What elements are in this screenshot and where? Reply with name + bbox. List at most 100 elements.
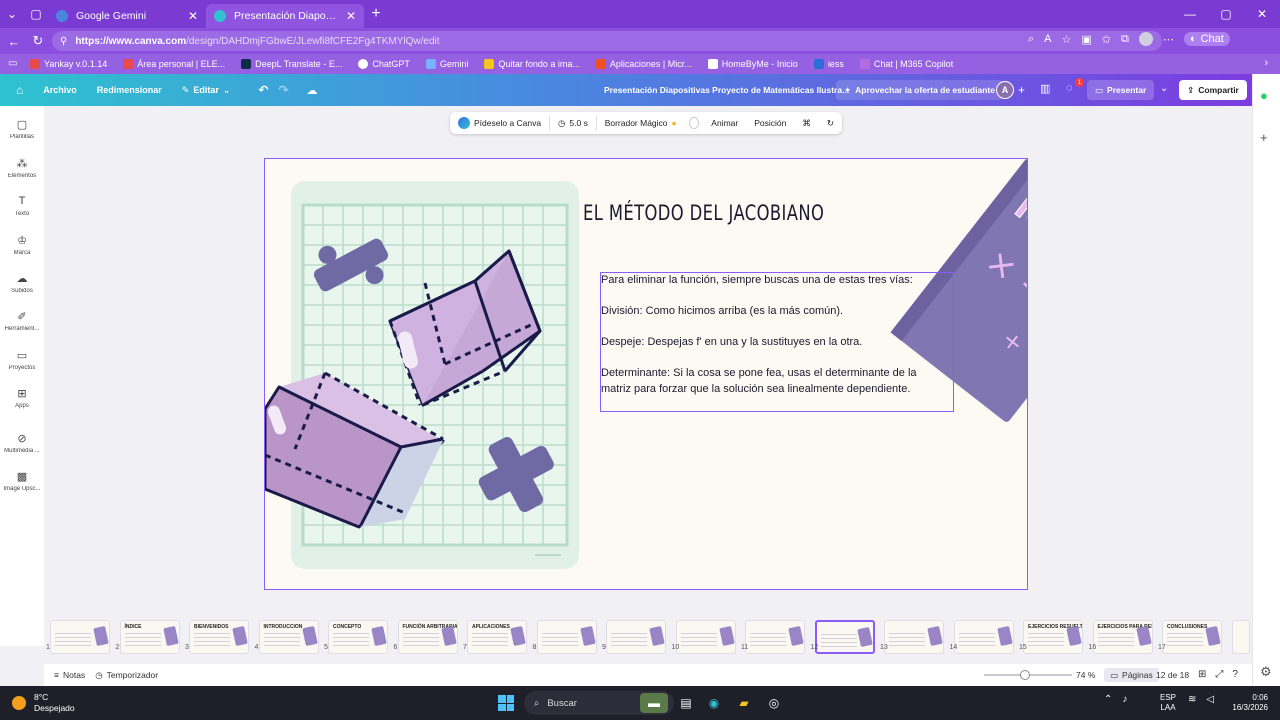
color-swatch[interactable] xyxy=(688,117,700,129)
page-thumbnail[interactable]: CONCLUSIONES xyxy=(1162,620,1222,654)
task-view-icon[interactable]: ▤ xyxy=(676,693,696,713)
home-icon[interactable]: ⌂ xyxy=(16,83,23,97)
tray-overflow-icon[interactable]: ⌃ xyxy=(1104,694,1112,705)
taskbar-clock[interactable]: 0:06 16/3/2026 xyxy=(1224,693,1268,713)
more-options-icon[interactable]: ↻ xyxy=(819,118,842,129)
rail-item-uploads[interactable]: ☁ Subidos xyxy=(0,272,44,294)
bookmark-item[interactable]: iess xyxy=(813,59,844,69)
undo-icon[interactable]: ↶ xyxy=(258,83,268,97)
edge-icon[interactable]: ◉ xyxy=(704,693,724,713)
rail-item-text[interactable]: T Texto xyxy=(0,195,44,217)
tab-gemini[interactable]: Google Gemini ✕ xyxy=(48,4,206,28)
chrome-icon[interactable]: ◎ xyxy=(764,693,784,713)
sidebar-toggle-icon[interactable]: ▭ xyxy=(8,58,17,69)
resize-button[interactable]: Redimensionar xyxy=(97,85,162,95)
page-thumbnail[interactable]: ÍNDICE xyxy=(119,620,180,654)
tab-actions-icon[interactable]: ⌄ xyxy=(0,0,24,28)
sidebar-settings-icon[interactable]: ⚙ xyxy=(1260,664,1272,680)
split-screen-icon[interactable]: ▣ xyxy=(1081,33,1091,46)
bookmark-item[interactable]: Aplicaciones | Micr... xyxy=(595,59,692,69)
page-thumbnail[interactable] xyxy=(884,620,944,654)
favorite-star-icon[interactable]: ☆ xyxy=(1062,33,1072,46)
language-indicator[interactable]: ESP LAA xyxy=(1160,693,1176,713)
insights-icon[interactable]: ▥ xyxy=(1040,82,1050,95)
pages-view-button[interactable]: ▭ Páginas xyxy=(1104,668,1159,682)
page-thumbnail[interactable]: APLICACIONES xyxy=(467,620,527,654)
file-explorer-icon[interactable]: ▰ xyxy=(734,693,754,713)
weather-widget[interactable]: 8°C Despejado xyxy=(12,692,75,714)
page-thumbnail[interactable]: EJERCICIOS RESUELTOS xyxy=(1023,620,1083,654)
volume-icon[interactable]: ◁ xyxy=(1206,694,1214,705)
grid-view-icon[interactable]: ⊞ xyxy=(1198,669,1206,680)
bookmark-item[interactable]: Gemini xyxy=(425,59,468,69)
cloud-save-icon[interactable]: ☁ xyxy=(307,84,318,97)
minimize-icon[interactable]: — xyxy=(1172,0,1208,28)
add-sidebar-app-icon[interactable]: + xyxy=(1260,130,1268,145)
close-icon[interactable]: ✕ xyxy=(346,9,356,23)
rail-item-multimedia[interactable]: ⊘ Multimedia ... xyxy=(0,432,44,454)
rail-item-tools[interactable]: ✐ Herramient... xyxy=(0,310,44,332)
present-options-icon[interactable]: ⌄ xyxy=(1160,83,1168,94)
bookmark-item[interactable]: ChatGPT xyxy=(358,59,410,69)
slide-canvas[interactable]: Math × − + EL MÉTODO DEL JACOBIANO Para … xyxy=(264,158,1028,590)
bookmark-item[interactable]: Quitar fondo a ima... xyxy=(484,59,580,69)
copy-style-icon[interactable]: ⌘ xyxy=(794,118,819,129)
user-avatar[interactable]: A xyxy=(996,81,1014,99)
rail-item-templates[interactable]: ▢ Plantillas xyxy=(0,118,44,140)
start-icon[interactable] xyxy=(498,695,514,711)
animate-button[interactable]: Animar xyxy=(703,118,746,128)
ask-canva-button[interactable]: Pídeselo a Canva xyxy=(450,117,549,129)
duration-button[interactable]: ◷ 5.0 s xyxy=(550,118,596,129)
new-tab-icon[interactable]: + xyxy=(364,2,388,26)
back-icon[interactable]: ← xyxy=(2,34,26,49)
comments-icon[interactable]: ◌ xyxy=(1066,82,1073,94)
present-button[interactable]: ▭ Presentar xyxy=(1087,80,1155,100)
url-input[interactable]: ⚲ https://www.canva.com/design/DAHDmjFGb… xyxy=(52,31,1162,51)
reload-icon[interactable]: ↻ xyxy=(26,33,50,49)
page-thumbnail[interactable]: INTRODUCCION xyxy=(258,620,319,654)
document-title[interactable]: Presentación Diapositivas Proyecto de Ma… xyxy=(604,85,849,95)
help-icon[interactable]: ? xyxy=(1232,669,1238,680)
fullscreen-icon[interactable]: ⤢ xyxy=(1215,669,1223,680)
bookmark-item[interactable]: Chat | M365 Copilot xyxy=(859,59,953,69)
timer-button[interactable]: ◷ Temporizador xyxy=(95,670,158,681)
widgets-icon[interactable]: ▬ xyxy=(640,693,668,713)
page-thumbnail[interactable]: CONCEPTO xyxy=(328,620,388,654)
add-collaborator-icon[interactable]: + xyxy=(1018,83,1025,97)
rail-item-image-upscaler[interactable]: ▩ Image Upsc... xyxy=(0,470,44,492)
slide-title[interactable]: EL MÉTODO DEL JACOBIANO xyxy=(583,201,824,225)
microphone-icon[interactable]: ♪ xyxy=(1122,694,1127,705)
share-button[interactable]: ⇪ Compartir xyxy=(1179,80,1247,100)
profile-avatar[interactable] xyxy=(1138,32,1153,46)
wifi-icon[interactable]: ≋ xyxy=(1188,694,1196,705)
page-thumbnail[interactable] xyxy=(675,620,736,654)
maximize-icon[interactable]: ▢ xyxy=(1208,0,1244,28)
redo-icon[interactable]: ↷ xyxy=(278,83,288,97)
bookmark-item[interactable]: Área personal | ELE... xyxy=(123,59,225,69)
rail-item-projects[interactable]: ▭ Proyectos xyxy=(0,349,44,371)
workspaces-icon[interactable]: ▢ xyxy=(24,0,48,28)
whatsapp-icon[interactable]: ● xyxy=(1260,88,1268,103)
rail-item-elements[interactable]: ⁂ Elementos xyxy=(0,157,44,179)
page-thumbnail[interactable] xyxy=(745,620,805,654)
more-bookmarks-icon[interactable]: › xyxy=(1264,57,1268,69)
page-thumbnail[interactable]: BIENVENIDOS xyxy=(189,620,249,654)
rail-item-brand[interactable]: ♔ Marca xyxy=(0,234,44,256)
page-thumbnail[interactable]: FUNCIÓN ARBITRARIA xyxy=(397,620,458,654)
edit-menu-button[interactable]: ✎ Editar ⌄ xyxy=(182,85,231,96)
zoom-slider-knob[interactable] xyxy=(1020,670,1031,680)
page-thumbnail[interactable] xyxy=(953,620,1014,654)
search-page-icon[interactable]: ⌕ xyxy=(1028,33,1034,46)
close-icon[interactable]: ✕ xyxy=(188,9,198,23)
page-thumbnail[interactable] xyxy=(536,620,597,654)
page-thumbnail[interactable] xyxy=(814,620,875,654)
page-thumbnail[interactable] xyxy=(606,620,666,654)
read-aloud-icon[interactable]: A xyxy=(1044,33,1051,45)
page-thumbnail[interactable] xyxy=(50,620,110,654)
zoom-level[interactable]: 74 % xyxy=(1076,670,1095,680)
zoom-slider[interactable] xyxy=(984,670,1072,680)
copilot-button[interactable]: ◐ Chat xyxy=(1183,32,1230,46)
more-icon[interactable]: ⋯ xyxy=(1163,33,1174,46)
page-thumbnail[interactable]: EJERCICIOS PARA RESOLVER xyxy=(1092,620,1153,654)
file-menu-button[interactable]: Archivo xyxy=(43,85,77,95)
